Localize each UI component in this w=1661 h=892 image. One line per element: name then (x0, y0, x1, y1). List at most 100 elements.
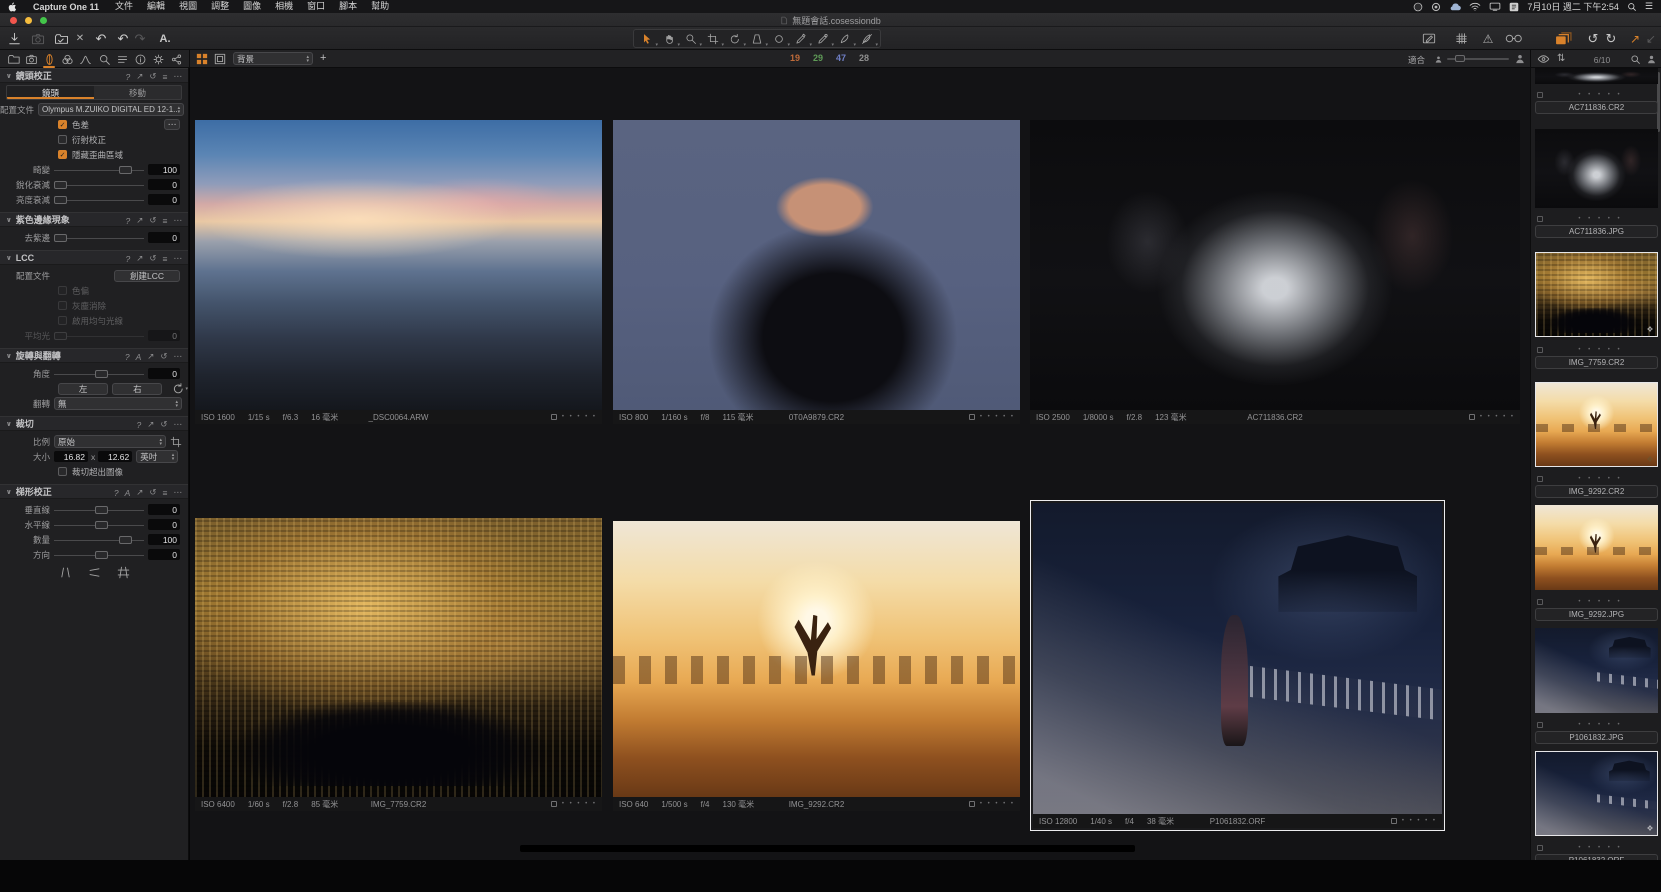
menu-clock[interactable]: 7月10日 週二 下午2:54 (1527, 0, 1619, 13)
browser-item[interactable]: • • • • • IMG_9292.JPG (1535, 596, 1658, 621)
thumb-size-slider[interactable] (1447, 58, 1509, 60)
crop-outside-checkbox[interactable] (58, 467, 67, 476)
keystone-direction-value[interactable]: 0 (148, 549, 180, 560)
focus-grid-icon[interactable] (1452, 30, 1470, 47)
keystone-vertical-value[interactable]: 0 (148, 504, 180, 515)
crop-width-field[interactable]: 16.82 (54, 451, 88, 462)
defringe-value[interactable]: 0 (148, 232, 180, 243)
browser-user-icon[interactable] (1646, 54, 1657, 65)
collapse-icon[interactable]: ∨ (6, 254, 12, 262)
menu-view[interactable]: 視圖 (172, 0, 204, 13)
tag-checkbox[interactable] (551, 801, 557, 807)
color-picker-tool[interactable] (790, 31, 812, 47)
pan-tool[interactable] (658, 31, 680, 47)
presets-icon[interactable]: ≡ (163, 72, 168, 82)
tab-info[interactable] (133, 52, 149, 67)
help-icon[interactable]: ? (125, 352, 130, 362)
sharpness-falloff-value[interactable]: 0 (148, 179, 180, 190)
browser-thumbnail[interactable] (1535, 68, 1658, 84)
browser-filter-eye-icon[interactable] (1537, 54, 1550, 64)
capture-icon[interactable] (30, 30, 46, 47)
rating-dots[interactable]: • • • • • (1543, 599, 1658, 605)
collapse-icon[interactable]: ∨ (6, 420, 12, 428)
collapse-icon[interactable]: ∨ (6, 352, 12, 360)
section-keystone[interactable]: ∨ 梯形校正 ? A ↗ ↺ ≡ ⋯ (0, 484, 188, 499)
rating-controls[interactable]: • • • • • (551, 410, 597, 424)
rotate-left-button[interactable]: 左 (58, 383, 108, 395)
menu-camera[interactable]: 相機 (268, 0, 300, 13)
copy-apply-in-icon[interactable]: ↙ (1644, 30, 1658, 47)
copy-apply-out-icon[interactable]: ↗ (1628, 30, 1642, 47)
tag-checkbox[interactable] (969, 414, 975, 420)
more-icon[interactable]: ⋯ (174, 487, 183, 498)
browser-thumbnail[interactable] (1535, 505, 1658, 590)
draw-mask-tool[interactable] (834, 31, 856, 47)
grid-photo-cell[interactable]: ISO 2500 1/8000 s f/2.8 123 毫米 AC711836.… (1030, 120, 1520, 424)
tab-movement-sub[interactable]: 移動 (94, 86, 181, 99)
keystone-full-icon[interactable] (117, 566, 130, 579)
menu-help[interactable]: 幫助 (364, 0, 396, 13)
rating-row[interactable]: • • • • • (1535, 89, 1658, 101)
reset-icon[interactable]: ↺ (149, 487, 156, 498)
section-lcc[interactable]: ∨ LCC ? ↗ ↺ ≡ ⋯ (0, 250, 188, 265)
browser-item[interactable]: • • • • • AC711836.CR2 (1535, 89, 1658, 114)
undo-adjustments-icon[interactable]: ↶ (116, 30, 130, 47)
rating-dots[interactable]: • • • • • (1543, 476, 1658, 482)
keystone-vertical-slider[interactable] (54, 505, 144, 515)
tag-checkbox[interactable] (1391, 818, 1397, 824)
browser-item[interactable]: • • • • • IMG_7759.CR2 (1535, 344, 1658, 369)
keystone-amount-slider[interactable] (54, 535, 144, 545)
help-icon[interactable]: ? (137, 420, 142, 430)
rating-controls[interactable]: • • • • • (969, 797, 1015, 811)
keystone-direction-slider[interactable] (54, 550, 144, 560)
rating-dots[interactable]: • • • • • (1543, 216, 1658, 222)
reset-icon[interactable]: ↺ (160, 351, 167, 362)
tab-capture[interactable] (23, 52, 39, 67)
lens-profile-dropdown[interactable]: Olympus M.ZUIKO DIGITAL ED 12-1.. (38, 103, 184, 116)
menu-adjust[interactable]: 調整 (204, 0, 236, 13)
tab-color[interactable] (60, 52, 76, 67)
auto-icon[interactable]: A (125, 488, 131, 498)
more-icon[interactable]: ⋯ (174, 253, 183, 264)
tag-checkbox[interactable] (1469, 414, 1475, 420)
defringe-slider[interactable] (54, 233, 144, 243)
light-falloff-value[interactable]: 0 (148, 194, 180, 205)
browser-item[interactable]: • • • • • IMG_9292.CR2 (1535, 473, 1658, 498)
copy-icon[interactable]: ↗ (136, 253, 143, 264)
more-icon[interactable]: ⋯ (174, 71, 183, 82)
keystone-amount-value[interactable]: 100 (148, 534, 180, 545)
menu-app-name[interactable]: Capture One 11 (24, 2, 108, 12)
import-icon[interactable] (6, 30, 22, 47)
notification-center-icon[interactable]: ☰ (1645, 1, 1653, 12)
hide-distorted-checkbox[interactable]: ✓ (58, 150, 67, 159)
section-rotation-flip[interactable]: ∨ 旋轉與翻轉 ? A ↗ ↺ ⋯ (0, 348, 188, 363)
rating-dots[interactable]: • • • • • (1543, 92, 1658, 98)
rating-row[interactable]: • • • • • (1535, 473, 1658, 485)
tab-exposure[interactable] (78, 52, 94, 67)
wifi-icon[interactable] (1469, 2, 1481, 11)
copy-icon[interactable]: ↗ (147, 351, 154, 362)
browser-thumbnail[interactable] (1535, 628, 1658, 713)
tab-settings[interactable] (151, 52, 167, 67)
browser-search-icon[interactable] (1630, 54, 1641, 65)
rating-controls[interactable]: • • • • • (1391, 814, 1437, 828)
section-lens-correction[interactable]: ∨ 鏡頭校正 ? ↗ ↺ ≡ ⋯ (0, 68, 188, 83)
section-purple-fringing[interactable]: ∨ 紫色邊緣現象 ? ↗ ↺ ≡ ⋯ (0, 212, 188, 227)
reset-icon[interactable]: ↺ (149, 71, 156, 82)
angle-value[interactable]: 0 (148, 368, 180, 379)
collection-dropdown[interactable]: 背景 (233, 52, 313, 65)
tab-library[interactable] (5, 52, 21, 67)
rating-row[interactable]: • • • • • (1535, 842, 1658, 854)
menu-file[interactable]: 文件 (108, 0, 140, 13)
proof-glasses-icon[interactable] (1503, 30, 1525, 47)
more-icon[interactable]: ⋯ (174, 215, 183, 226)
rating-controls[interactable]: • • • • • (1469, 410, 1515, 424)
flip-dropdown[interactable]: 無 (54, 397, 182, 410)
status-app-icon[interactable] (1413, 2, 1423, 12)
collapse-icon[interactable]: ∨ (6, 72, 12, 80)
spot-removal-tool[interactable] (768, 31, 790, 47)
lcc-dust-removal-checkbox[interactable] (58, 301, 67, 310)
grid-photo-cell[interactable]: ISO 640 1/500 s f/4 130 毫米 IMG_9292.CR2 … (613, 521, 1020, 811)
reset-icon[interactable]: ↺ (149, 215, 156, 226)
lcc-color-cast-checkbox[interactable] (58, 286, 67, 295)
